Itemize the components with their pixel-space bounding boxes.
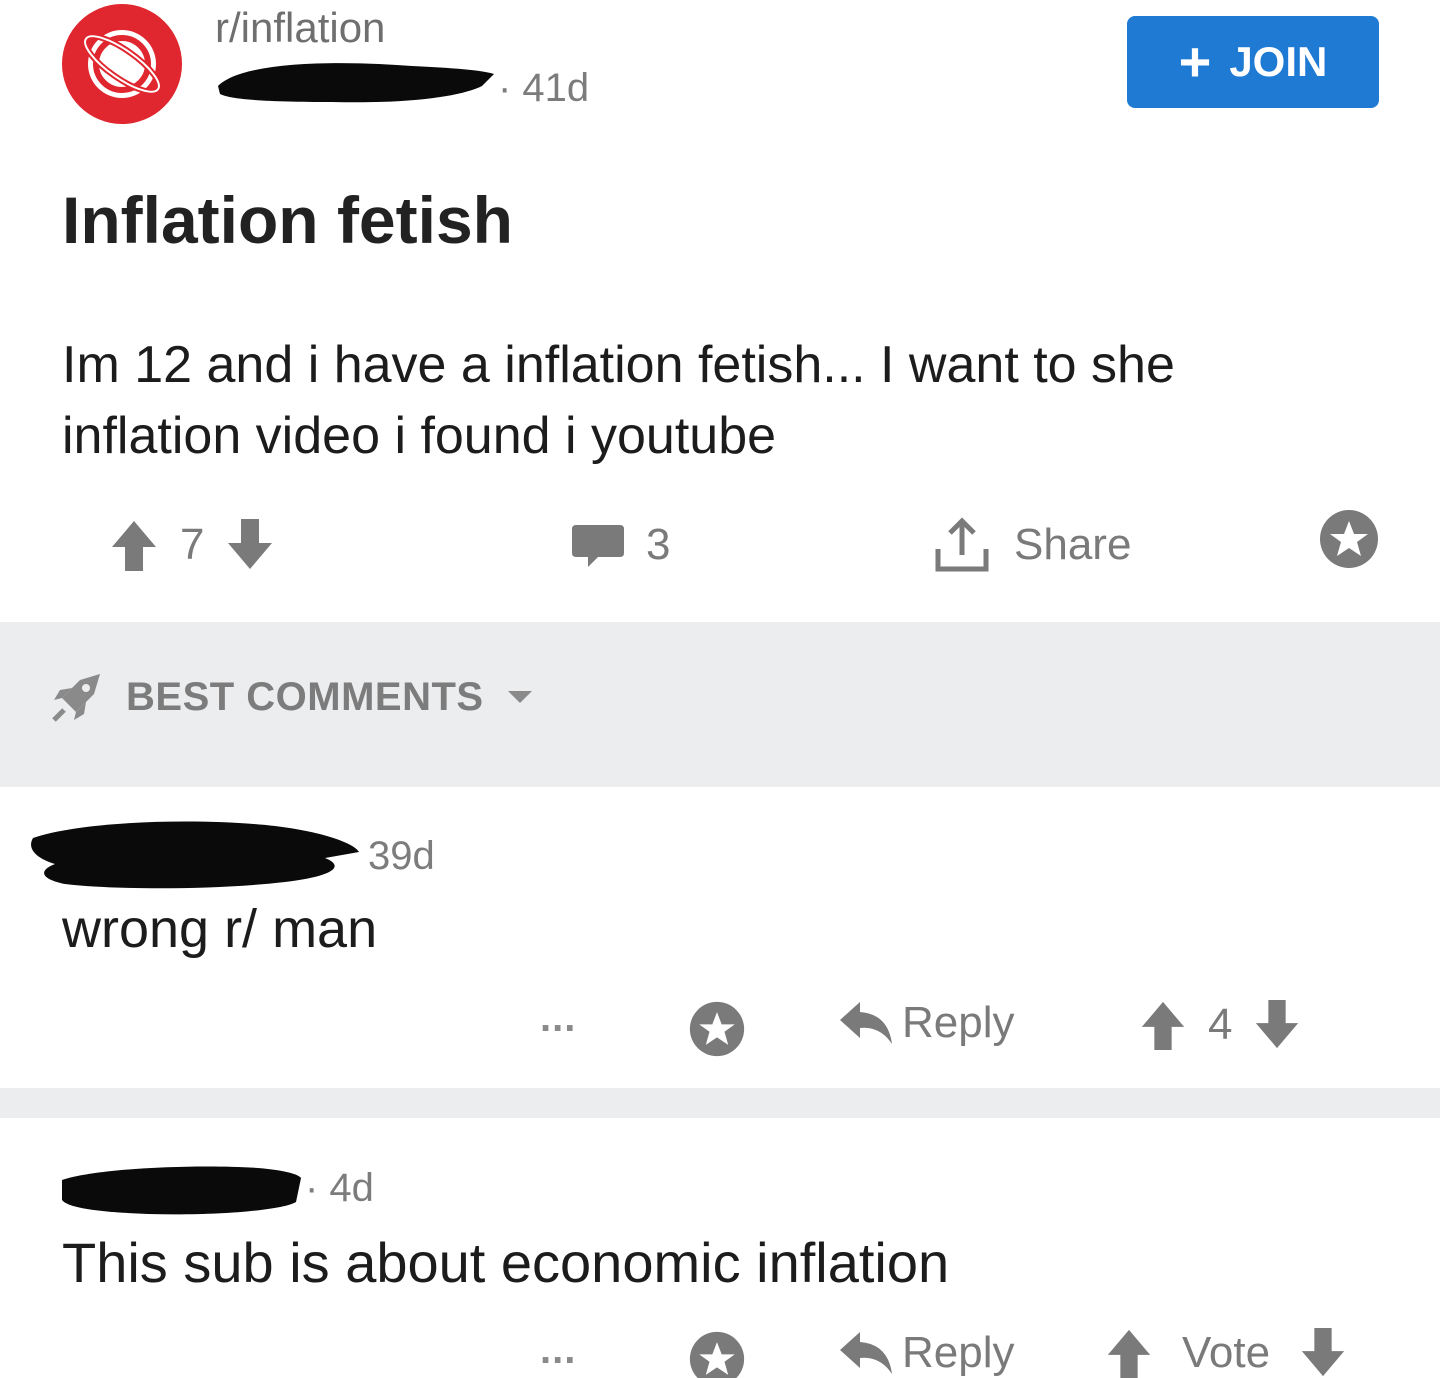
downvote-icon[interactable] (224, 517, 276, 573)
comment-bubble-icon (570, 519, 626, 571)
sort-dropdown[interactable]: BEST COMMENTS (50, 670, 534, 724)
comment-age: 39d (368, 834, 435, 878)
upvote-icon[interactable] (1104, 1326, 1154, 1378)
reply-label: Reply (902, 1328, 1015, 1377)
post-title: Inflation fetish (62, 183, 513, 257)
subreddit-name[interactable]: r/inflation (215, 4, 385, 52)
reply-button[interactable]: Reply (838, 998, 1015, 1048)
upvote-icon[interactable] (108, 517, 160, 573)
comment-vote-group: Vote (1104, 1326, 1348, 1378)
comment-more-button[interactable]: ... (540, 1328, 576, 1373)
post-score: 7 (180, 520, 205, 569)
planet-icon (82, 30, 162, 98)
subreddit-icon[interactable] (62, 4, 182, 124)
comment-vote-group: 4 (1138, 998, 1302, 1052)
upvote-icon[interactable] (1138, 998, 1188, 1052)
downvote-icon[interactable] (1252, 998, 1302, 1052)
rocket-icon (50, 670, 104, 724)
plus-icon: + (1178, 30, 1212, 93)
post-body: Im 12 and i have a inflation fetish... I… (62, 336, 1175, 465)
save-star-icon[interactable] (1318, 508, 1380, 570)
downvote-icon[interactable] (1298, 1326, 1348, 1378)
vote-label: Vote (1182, 1328, 1271, 1377)
post-comments-button[interactable]: 3 (570, 505, 670, 585)
reply-label: Reply (902, 998, 1015, 1047)
comment-age: · 4d (305, 1166, 374, 1210)
more-options-icon: ... (540, 996, 577, 1040)
comment-more-button[interactable]: ... (540, 996, 576, 1041)
more-options-icon: ... (540, 1328, 577, 1372)
redacted-username (218, 63, 494, 103)
post-vote-group: 7 (108, 505, 276, 585)
share-icon (930, 513, 994, 577)
comment-score: 4 (1208, 1000, 1233, 1049)
post-age: · 41d (498, 66, 590, 110)
comment-divider (0, 1088, 1440, 1118)
share-label: Share (1014, 520, 1132, 569)
share-button[interactable]: Share (930, 505, 1131, 585)
join-label: JOIN (1229, 38, 1328, 85)
redacted-username (31, 821, 360, 889)
chevron-down-icon (506, 689, 534, 705)
sort-label: BEST COMMENTS (126, 674, 484, 719)
save-star-icon[interactable] (688, 1330, 746, 1378)
reply-arrow-icon (838, 1330, 894, 1376)
join-button[interactable]: + JOIN (1127, 16, 1379, 108)
redacted-username (62, 1166, 301, 1215)
reply-arrow-icon (838, 1000, 894, 1046)
comment-count: 3 (646, 520, 671, 569)
reply-button[interactable]: Reply (838, 1328, 1015, 1378)
save-star-icon[interactable] (688, 1000, 746, 1058)
comment-text: This sub is about economic inflation (62, 1231, 950, 1294)
comment-text: wrong r/ man (62, 899, 378, 959)
